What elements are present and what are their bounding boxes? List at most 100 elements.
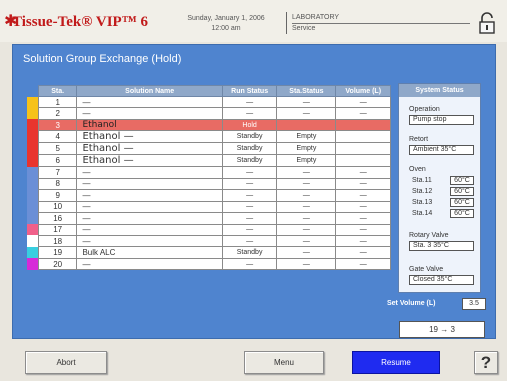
- station-color-swatch: [27, 166, 39, 179]
- column-header: Volume (L): [335, 85, 391, 97]
- table-row[interactable]: 18— — — —: [27, 234, 391, 248]
- date-time: Sunday, January 1, 2006 12:00 am: [176, 14, 276, 34]
- volume-value: —: [335, 257, 391, 271]
- table-row[interactable]: 10— — — —: [27, 200, 391, 214]
- system-status-title: System Status: [399, 84, 480, 97]
- table-row[interactable]: 1— — — —: [27, 95, 391, 109]
- station-number: 1: [37, 95, 78, 109]
- table-row[interactable]: 3 Ethanol Hold: [27, 118, 391, 132]
- volume-value: —: [335, 246, 391, 259]
- mode-text: Service: [292, 25, 316, 32]
- station-color-swatch: [27, 212, 39, 224]
- run-status: —: [221, 166, 278, 179]
- table-row[interactable]: 20— — — —: [27, 257, 391, 271]
- volume-value: [335, 142, 391, 156]
- set-volume-field[interactable]: 3.5: [462, 298, 486, 310]
- run-status: —: [221, 200, 278, 214]
- color-column-header: [27, 85, 39, 97]
- run-status: Hold: [221, 118, 278, 132]
- run-status: —: [221, 177, 278, 191]
- solution-name: —: [76, 189, 223, 202]
- set-volume-label: Set Volume (L): [387, 300, 436, 307]
- table-header-row: Sta. Solution Name Run Status Sta.Status…: [27, 85, 391, 97]
- table-row[interactable]: 6 Ethanol — Standby Empty: [27, 154, 391, 168]
- solution-name: —: [76, 177, 223, 191]
- oven-station-temp: 60°C: [450, 187, 474, 196]
- lock-icon[interactable]: [478, 12, 496, 34]
- station-number: 5: [37, 142, 78, 156]
- time-text: 12:00 am: [211, 25, 241, 32]
- volume-value: —: [335, 107, 391, 120]
- oven-station-temp: 60°C: [450, 209, 474, 218]
- volume-value: —: [335, 177, 391, 191]
- oven-station-label: Sta.12: [412, 188, 433, 195]
- solution-name: —: [76, 95, 223, 109]
- date-text: Sunday, January 1, 2006: [187, 15, 265, 22]
- rotary-valve-label: Rotary Valve: [409, 232, 449, 239]
- station-color-swatch: [27, 235, 39, 247]
- column-header: Sta.Status: [276, 85, 337, 97]
- main-panel: Solution Group Exchange (Hold) Sta. Solu…: [12, 44, 496, 339]
- run-status: —: [221, 212, 278, 225]
- table-row[interactable]: 16— — — —: [27, 212, 391, 225]
- station-number: 7: [37, 166, 78, 179]
- site-text: LABORATORY: [292, 14, 340, 21]
- menu-button[interactable]: Menu: [244, 351, 324, 374]
- oven-station-label: Sta.13: [412, 199, 433, 206]
- retort-label: Retort: [409, 136, 429, 143]
- table-row[interactable]: 7— — — —: [27, 166, 391, 179]
- station-color-swatch: [27, 154, 39, 167]
- run-status: —: [221, 107, 278, 120]
- station-color-swatch: [27, 119, 39, 131]
- help-button[interactable]: ?: [474, 351, 498, 374]
- column-header: Run Status: [221, 85, 278, 97]
- table-row[interactable]: 8— — — —: [27, 177, 391, 191]
- table-row[interactable]: 19 Bulk ALC Standby — —: [27, 246, 391, 259]
- station-color-swatch: [27, 189, 39, 202]
- table-row[interactable]: 2— — — —: [27, 107, 391, 120]
- station-status: —: [276, 212, 337, 225]
- column-header: Sta.: [37, 85, 78, 97]
- solution-name: Ethanol —: [76, 154, 223, 168]
- oven-station-label: Sta.11: [412, 177, 432, 184]
- volume-value: —: [335, 212, 391, 225]
- station-status: Empty: [276, 130, 337, 144]
- run-status: Standby: [221, 154, 278, 168]
- station-number: 10: [37, 200, 78, 214]
- volume-value: [335, 130, 391, 144]
- table-row[interactable]: 17— — — —: [27, 223, 391, 236]
- solution-name: —: [76, 200, 223, 214]
- station-color-swatch: [27, 178, 39, 190]
- run-status: Standby: [221, 142, 278, 156]
- abort-button[interactable]: Abort: [25, 351, 107, 374]
- station-status: [276, 118, 337, 132]
- volume-value: —: [335, 200, 391, 214]
- resume-button[interactable]: Resume: [352, 351, 440, 374]
- station-color-swatch: [27, 246, 39, 259]
- table-row[interactable]: 9— — — —: [27, 189, 391, 202]
- solution-name: Bulk ALC: [76, 246, 223, 259]
- station-number: 17: [37, 223, 78, 236]
- table-row[interactable]: 5 Ethanol — Standby Empty: [27, 142, 391, 156]
- station-status: —: [276, 257, 337, 271]
- solution-name: —: [76, 212, 223, 225]
- system-status-panel: System Status Operation Pump stop Retort…: [398, 83, 481, 293]
- run-status: —: [221, 189, 278, 202]
- station-number: 9: [37, 189, 78, 202]
- rotary-valve-value: Sta. 3 35°C: [409, 241, 474, 251]
- volume-value: [335, 154, 391, 168]
- station-color-swatch: [27, 224, 39, 236]
- station-number: 3: [37, 118, 78, 132]
- solution-name: Ethanol —: [76, 130, 223, 144]
- solution-name: —: [76, 166, 223, 179]
- transfer-indicator: 19 → 3: [399, 321, 485, 338]
- table-row[interactable]: 4 Ethanol — Standby Empty: [27, 130, 391, 144]
- gate-valve-value: Closed 35°C: [409, 275, 474, 285]
- station-number: 18: [37, 234, 78, 248]
- oven-label: Oven: [409, 166, 426, 173]
- station-status: —: [276, 246, 337, 259]
- column-header: Solution Name: [76, 85, 223, 97]
- station-color-swatch: [27, 130, 39, 143]
- volume-value: —: [335, 234, 391, 248]
- station-status: —: [276, 107, 337, 120]
